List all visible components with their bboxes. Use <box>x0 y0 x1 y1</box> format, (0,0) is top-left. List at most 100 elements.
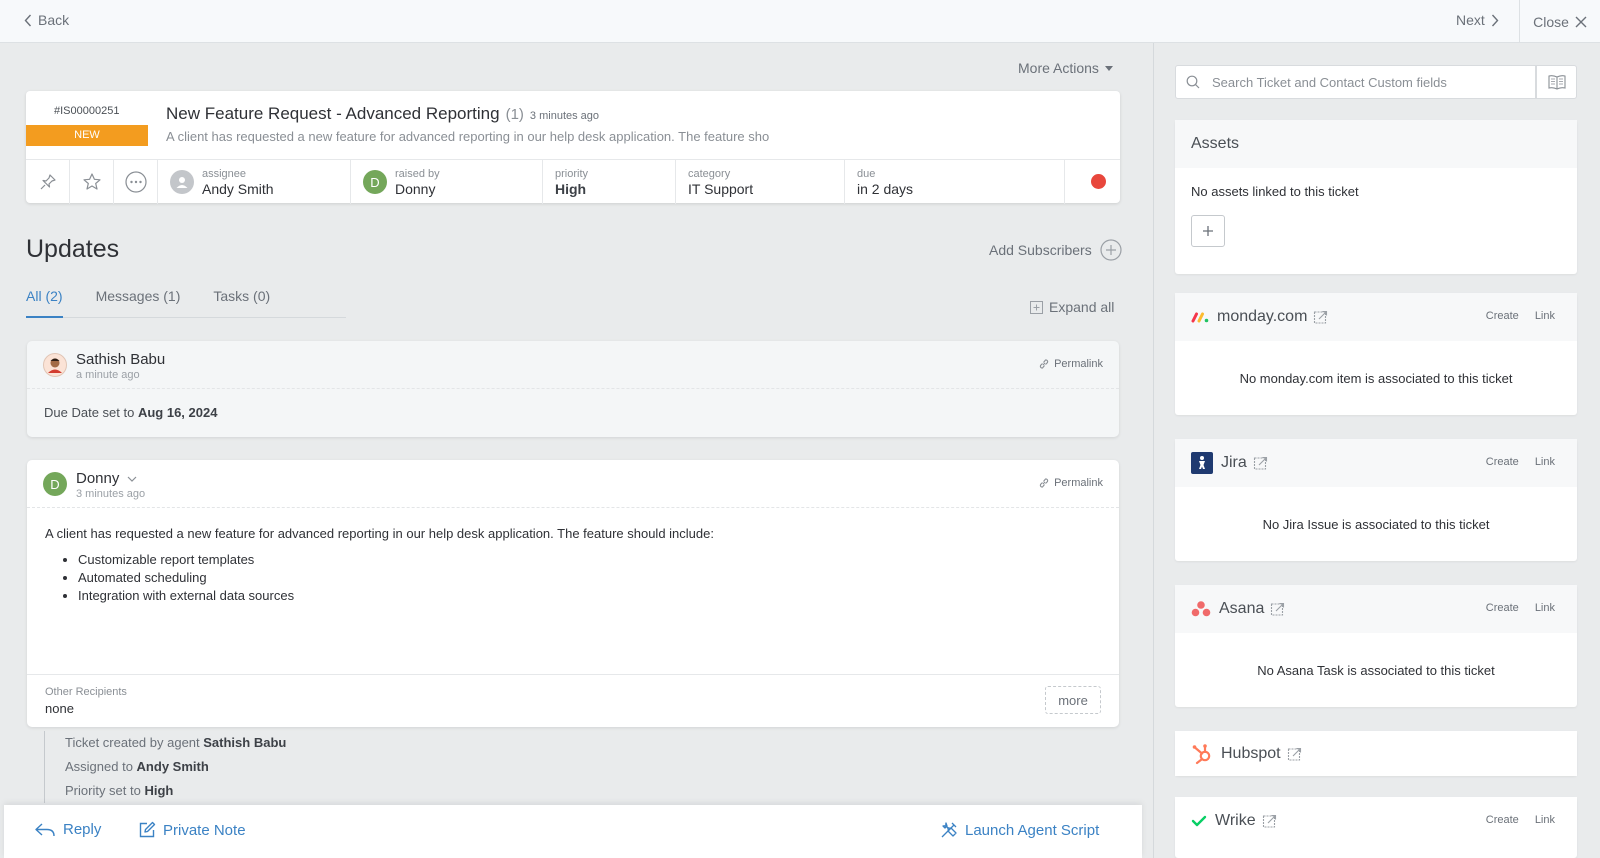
more-actions-button[interactable]: More Actions <box>1018 60 1113 76</box>
jira-create-button[interactable]: Create <box>1486 456 1519 468</box>
private-note-label: Private Note <box>163 821 246 839</box>
ticket-title: New Feature Request - Advanced Reporting… <box>166 104 599 124</box>
activity-text: Assigned to <box>65 759 137 774</box>
close-icon <box>1575 16 1587 27</box>
external-link-icon[interactable] <box>1270 601 1286 617</box>
asana-empty-text: No Asana Task is associated to this tick… <box>1257 662 1495 678</box>
plus-circle-icon <box>1100 239 1122 261</box>
permalink-link[interactable]: Permalink <box>1038 358 1103 370</box>
custom-fields-book-button[interactable] <box>1536 65 1577 99</box>
message-author[interactable]: Donny <box>76 470 137 487</box>
update-entry-header: Sathish Babu a minute ago Permalink <box>27 341 1119 389</box>
external-link-icon[interactable] <box>1313 309 1329 325</box>
due-label: due <box>857 167 876 180</box>
sathish-avatar <box>43 353 67 377</box>
private-note-button[interactable]: Private Note <box>138 821 246 839</box>
ticket-update-count: (1) <box>505 106 524 123</box>
next-button[interactable]: Next <box>1456 12 1499 28</box>
ticket-time: 3 minutes ago <box>529 110 600 122</box>
assets-panel: Assets No assets linked to this ticket <box>1175 120 1577 274</box>
reply-button[interactable]: Reply <box>34 821 101 838</box>
updates-tabs: All (2) Messages (1) Tasks (0) <box>26 288 346 318</box>
monday-actions: Create Link <box>1486 310 1555 322</box>
search-icon <box>1186 75 1200 89</box>
back-label: Back <box>38 12 70 28</box>
tools-icon <box>941 822 957 838</box>
external-link-icon[interactable] <box>1253 455 1269 471</box>
chevron-down-icon <box>127 476 137 482</box>
jira-link-button[interactable]: Link <box>1535 456 1555 468</box>
link-icon <box>1039 478 1049 488</box>
monday-create-button[interactable]: Create <box>1486 310 1519 322</box>
recipients-label: Other Recipients <box>45 686 127 698</box>
permalink-link[interactable]: Permalink <box>1038 477 1103 489</box>
asana-actions: Create Link <box>1486 602 1555 614</box>
priority-label: priority <box>555 167 589 180</box>
pin-icon <box>40 174 56 190</box>
raised-by-field[interactable]: D raised by Donny <box>351 160 543 204</box>
asana-create-button[interactable]: Create <box>1486 602 1519 614</box>
more-options-icon <box>124 171 147 193</box>
assets-title: Assets <box>1191 135 1240 152</box>
monday-empty-text: No monday.com item is associated to this… <box>1239 370 1513 386</box>
permalink-label: Permalink <box>1054 477 1103 489</box>
message-header: D Donny 3 minutes ago Permalink <box>27 460 1119 508</box>
ticket-title-text: New Feature Request - Advanced Reporting <box>166 104 500 123</box>
tab-messages[interactable]: Messages (1) <box>96 288 181 318</box>
asana-header: Asana Create Link <box>1175 585 1577 633</box>
external-link-icon[interactable] <box>1287 746 1303 762</box>
raised-by-label: raised by <box>395 167 440 180</box>
more-actions-label: More Actions <box>1018 60 1099 76</box>
wrike-link-button[interactable]: Link <box>1535 814 1555 826</box>
external-link-icon[interactable] <box>1262 813 1278 829</box>
close-label: Close <box>1533 13 1569 30</box>
add-subscribers-button[interactable]: Add Subscribers <box>989 239 1122 261</box>
expand-icon <box>1030 300 1043 314</box>
status-badge: NEW <box>26 125 148 146</box>
message-time: 3 minutes ago <box>76 488 146 500</box>
message-intro: A client has requested a new feature for… <box>45 526 714 541</box>
assignee-value: Andy Smith <box>202 180 274 197</box>
activity-priority: High <box>144 783 174 798</box>
add-asset-button[interactable] <box>1191 215 1225 247</box>
more-button[interactable]: more <box>1045 686 1101 714</box>
overdue-indicator <box>1091 174 1106 189</box>
reply-icon <box>35 822 55 836</box>
star-button[interactable] <box>70 160 114 204</box>
launch-agent-script-button[interactable]: Launch Agent Script <box>940 821 1099 839</box>
tab-tasks[interactable]: Tasks (0) <box>213 288 270 318</box>
donny-initial: D <box>43 472 67 496</box>
priority-field[interactable]: priority High <box>543 160 676 204</box>
jira-header: Jira Create Link <box>1175 439 1577 487</box>
category-field[interactable]: category IT Support <box>676 160 845 204</box>
ticket-main: More Actions #IS00000251 NEW New Feature… <box>0 43 1154 858</box>
activity-item: Ticket created by agent Sathish Babu <box>65 731 286 755</box>
reply-label: Reply <box>63 821 102 838</box>
wrike-create-button[interactable]: Create <box>1486 814 1519 826</box>
custom-fields-search[interactable] <box>1175 65 1536 99</box>
pin-button[interactable] <box>26 160 70 204</box>
message-author-name: Donny <box>76 470 120 487</box>
expand-all-button[interactable]: Expand all <box>1030 299 1114 315</box>
search-input[interactable] <box>1212 74 1535 90</box>
assignee-field[interactable]: assignee Andy Smith <box>158 160 351 204</box>
ticket-id: #IS00000251 <box>54 105 120 117</box>
tab-all[interactable]: All (2) <box>26 288 63 318</box>
back-button[interactable]: Back <box>24 12 69 28</box>
close-button[interactable]: Close <box>1519 0 1600 43</box>
feature-list: Customizable report templates Automated … <box>45 551 1101 605</box>
entry-time: a minute ago <box>76 369 140 381</box>
launch-agent-script-label: Launch Agent Script <box>965 821 1100 839</box>
activity-agent: Sathish Babu <box>203 735 287 750</box>
asana-panel: Asana Create Link No Asana Task is assoc… <box>1175 585 1577 707</box>
due-field[interactable]: due in 2 days <box>845 160 1065 204</box>
expand-all-label: Expand all <box>1049 299 1115 315</box>
hubspot-header[interactable]: Hubspot <box>1175 731 1577 776</box>
monday-link-button[interactable]: Link <box>1535 310 1555 322</box>
ticket-meta-row: assignee Andy Smith D raised by Donny pr… <box>26 159 1120 204</box>
asana-link-button[interactable]: Link <box>1535 602 1555 614</box>
options-button[interactable] <box>114 160 158 204</box>
assets-empty-text: No assets linked to this ticket <box>1191 184 1359 199</box>
activity-log: Ticket created by agent Sathish Babu Ass… <box>44 731 286 803</box>
raised-by-avatar: D <box>363 170 387 194</box>
